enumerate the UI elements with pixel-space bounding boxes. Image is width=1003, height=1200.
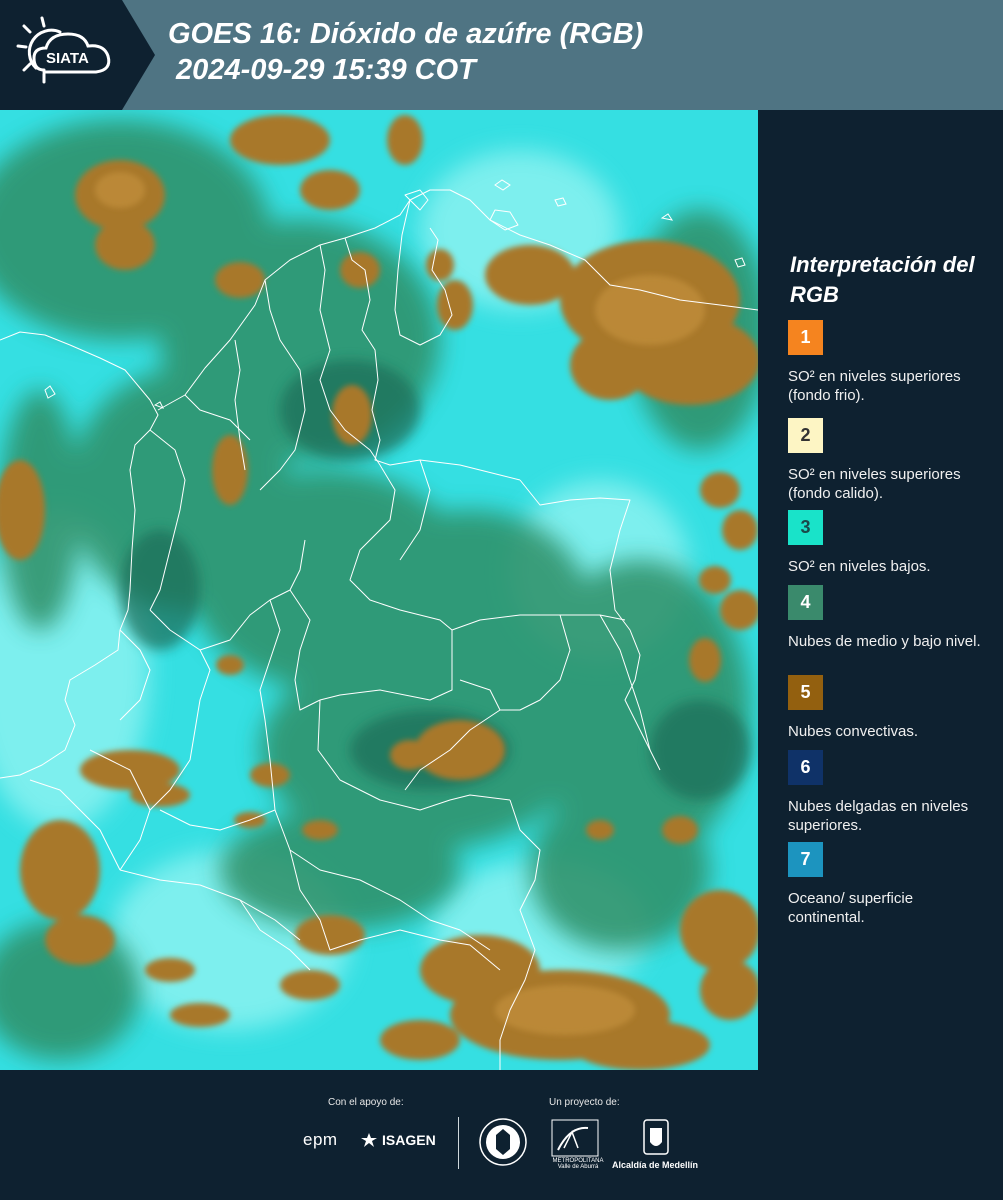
legend-description: Nubes convectivas. [788,723,919,740]
legend-panel: Interpretación del RGB 1 SO² en niveles s… [758,110,1003,1070]
area-text: METROPOLITANA Valle de Aburrá [552,1158,604,1170]
epm-logo: epm [303,1130,338,1149]
isagen-icon [361,1133,377,1147]
legend-item-4: 4 Nubes de medio y bajo nivel. [788,585,993,651]
satellite-image [0,110,758,1070]
legend-swatch: 4 [788,585,823,620]
legend-swatch: 1 [788,320,823,355]
legend-swatch: 7 [788,842,823,877]
legend-item-7: 7 Oceano/ superficie continental. [788,842,993,927]
support-label: Con el apoyo de: [328,1097,404,1108]
legend-description: SO² en niveles bajos. [788,558,931,575]
header: SIATA GOES 16: Dióxido de azúfre (RGB) 2… [0,0,1003,110]
alcaldia-text: Alcaldía de Medellín [612,1160,699,1170]
legend-description: SO² en niveles superiores (fondo calido)… [788,466,961,502]
isagen-logo: ISAGEN [360,1132,436,1148]
legend-description: Nubes de medio y bajo nivel. [788,633,981,650]
siata-logo: SIATA [16,16,111,84]
legend-swatch: 2 [788,418,823,453]
satellite-map [0,110,758,1070]
legend-swatch: 6 [788,750,823,785]
legend-description: Oceano/ superficie continental. [788,890,914,926]
footer-divider [458,1117,459,1169]
legend-item-1: 1 SO² en niveles superiores (fondo frio). [788,320,993,405]
legend-item-2: 2 SO² en niveles superiores (fondo calido… [788,418,993,503]
title-line-1: GOES 16: Dióxido de azúfre (RGB) [168,18,644,50]
legend-description: SO² en niveles superiores (fondo frio). [788,368,961,404]
isagen-text: ISAGEN [382,1132,436,1148]
legend-item-5: 5 Nubes convectivas. [788,675,993,741]
alcaldia-shield-icon [643,1119,669,1155]
legend-swatch: 3 [788,510,823,545]
project-label: Un proyecto de: [549,1097,620,1108]
legend-item-3: 3 SO² en niveles bajos. [788,510,993,576]
legend-swatch: 5 [788,675,823,710]
logo-text: SIATA [46,50,89,67]
university-seal-icon [479,1118,527,1166]
legend-title: Interpretación del RGB [790,252,975,307]
legend-item-6: 6 Nubes delgadas en niveles superiores. [788,750,993,835]
legend-description: Nubes delgadas en niveles superiores. [788,798,969,834]
page-title: GOES 16: Dióxido de azúfre (RGB) 2024-09… [168,16,643,88]
title-line-2: 2024-09-29 15:39 COT [168,54,476,86]
